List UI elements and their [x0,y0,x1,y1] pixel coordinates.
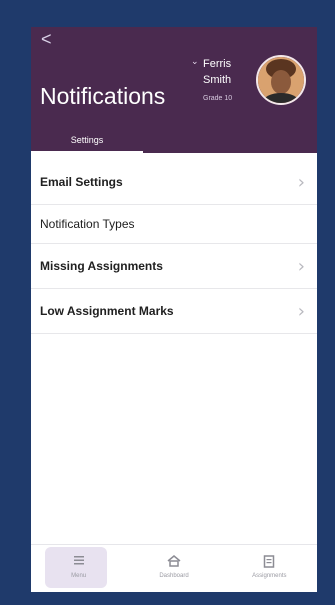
home-icon [126,555,221,569]
user-first-name: Ferris [203,58,232,70]
bottom-navigation: Menu Dashboard Assignments [31,544,317,592]
avatar-image [258,57,304,103]
user-switcher[interactable]: ⌄ Ferris Smith Grade 10 [191,55,255,115]
list-item-low-assignment-marks[interactable]: Low Assignment Marks › [31,289,317,334]
page-title: Notifications [40,83,166,109]
chevron-right-icon: › [297,255,305,277]
chevron-down-icon: ⌄ [191,56,199,66]
user-grade: Grade 10 [203,95,233,102]
list-item-label: Missing Assignments [40,259,163,273]
list-item-label: Email Settings [40,175,123,189]
settings-list: Email Settings › Notification Types Miss… [31,160,317,334]
phone-screen: < Notifications ⌄ Ferris Smith Grade 10 … [31,27,317,592]
nav-label: Dashboard [159,573,189,579]
assignments-icon [222,555,317,569]
app-header: < Notifications ⌄ Ferris Smith Grade 10 … [31,27,317,153]
avatar[interactable] [256,55,306,105]
nav-item-menu[interactable]: Menu [31,545,126,592]
nav-item-assignments[interactable]: Assignments [222,545,317,592]
back-button[interactable]: < [41,30,52,48]
nav-label: Menu [71,573,87,579]
section-header-label: Notification Types [40,217,135,231]
list-item-label: Low Assignment Marks [40,304,174,318]
active-tab-indicator [31,151,143,153]
user-name: Ferris Smith [203,56,231,88]
user-last-name: Smith [203,74,232,86]
tab-settings[interactable]: Settings [31,127,143,153]
chevron-right-icon: › [297,300,305,322]
menu-icon [31,555,126,569]
chevron-right-icon: › [297,171,305,193]
nav-label: Assignments [252,573,287,579]
list-item-missing-assignments[interactable]: Missing Assignments › [31,244,317,289]
section-header-notification-types: Notification Types [31,205,317,244]
list-item-email-settings[interactable]: Email Settings › [31,160,317,205]
nav-item-dashboard[interactable]: Dashboard [126,545,221,592]
tab-settings-label: Settings [70,135,104,145]
